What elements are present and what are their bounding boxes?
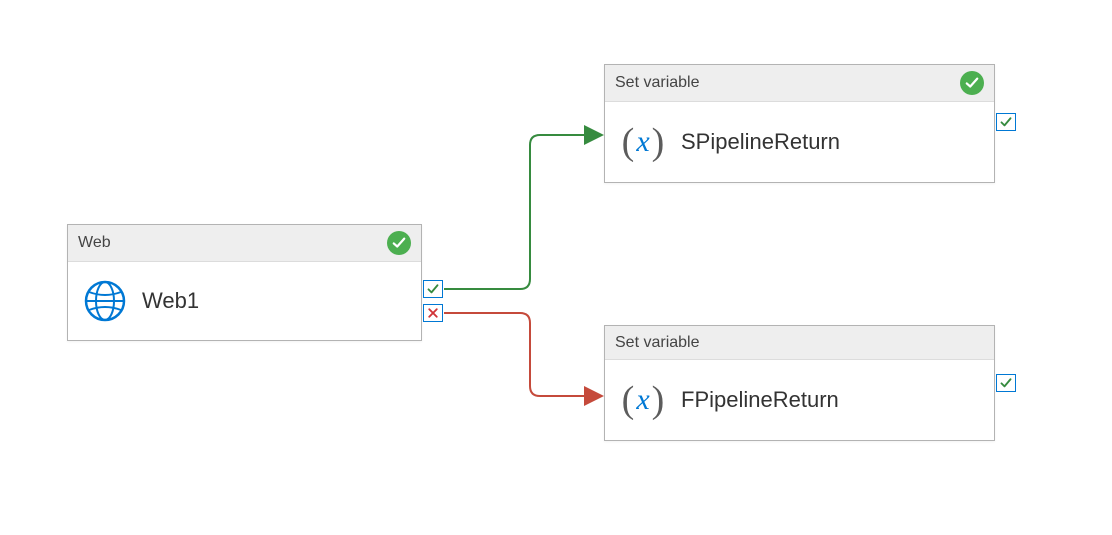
activity-web-type-label: Web bbox=[78, 234, 111, 252]
activity-setvar1-header: Set variable bbox=[605, 65, 994, 102]
web-failure-port[interactable] bbox=[423, 304, 443, 322]
activity-setvar1-name: SPipelineReturn bbox=[681, 129, 840, 155]
success-status-icon bbox=[960, 71, 984, 95]
activity-set-variable-2[interactable]: Set variable (x) FPipelineReturn bbox=[604, 325, 995, 441]
activity-setvar2-header: Set variable bbox=[605, 326, 994, 360]
pipeline-canvas[interactable]: Web Web1 Set variable bbox=[0, 0, 1112, 535]
success-connector[interactable] bbox=[444, 135, 600, 289]
globe-icon bbox=[84, 280, 126, 322]
activity-set-variable-1[interactable]: Set variable (x) SPipelineReturn bbox=[604, 64, 995, 183]
setvar2-success-port[interactable] bbox=[996, 374, 1016, 392]
activity-setvar1-type-label: Set variable bbox=[615, 74, 700, 92]
activity-setvar2-type-label: Set variable bbox=[615, 334, 700, 352]
variable-icon: (x) bbox=[621, 378, 665, 422]
activity-web-body: Web1 bbox=[68, 262, 421, 340]
activity-web-header: Web bbox=[68, 225, 421, 262]
activity-setvar2-name: FPipelineReturn bbox=[681, 387, 839, 413]
activity-web-name: Web1 bbox=[142, 288, 199, 314]
activity-setvar2-body: (x) FPipelineReturn bbox=[605, 360, 994, 440]
setvar1-success-port[interactable] bbox=[996, 113, 1016, 131]
failure-connector[interactable] bbox=[444, 313, 600, 396]
activity-web[interactable]: Web Web1 bbox=[67, 224, 422, 341]
success-status-icon bbox=[387, 231, 411, 255]
web-success-port[interactable] bbox=[423, 280, 443, 298]
activity-setvar1-body: (x) SPipelineReturn bbox=[605, 102, 994, 182]
variable-icon: (x) bbox=[621, 120, 665, 164]
